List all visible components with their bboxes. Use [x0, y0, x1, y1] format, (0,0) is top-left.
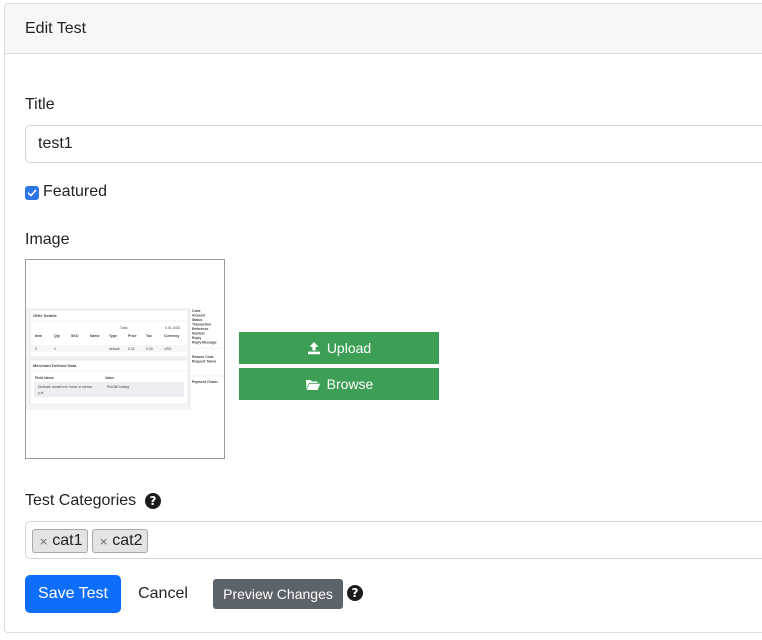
thumb-offer-details: Offer Details [33, 313, 58, 318]
thumb-cell-currency: USD [164, 347, 172, 351]
remove-tag-icon[interactable]: × [39, 535, 48, 548]
thumb-side-reason-code: Reason Code [192, 355, 214, 359]
thumb-total-label: Total [120, 326, 128, 330]
upload-button[interactable]: Upload [239, 332, 439, 364]
browse-label: Browse [326, 376, 374, 392]
category-tag-cat2: × cat2 [92, 529, 149, 553]
preview-changes-button[interactable]: Preview Changes [213, 579, 343, 609]
thumb-cell-qty: 1 [54, 347, 56, 351]
save-test-button[interactable]: Save Test [25, 575, 121, 613]
thumb-value: Value [105, 376, 114, 380]
thumb-side-number: Number [192, 332, 205, 336]
remove-tag-icon[interactable]: × [99, 535, 108, 548]
page-title: Edit Test [25, 20, 87, 37]
thumb-col-name: Name [90, 334, 100, 338]
thumb-side-payment-channel: Payment Chann [192, 380, 218, 384]
preview-help-icon[interactable]: ? [347, 585, 363, 601]
thumb-col-currency: Currency [164, 334, 179, 338]
image-preview: Offer Details Total 0.01 USD Item Qty SK… [25, 259, 225, 459]
check-icon [27, 189, 37, 197]
featured-label[interactable]: Featured [43, 183, 107, 201]
thumb-side-reply: Reply [192, 336, 201, 340]
thumb-side-reference: Reference [192, 327, 209, 331]
thumb-side-reply-message: Reply Message [192, 341, 217, 345]
thumb-side-amount: Amount [192, 314, 206, 318]
featured-checkbox[interactable] [25, 186, 39, 200]
title-label: Title [25, 96, 55, 113]
thumb-col-sku: SKU [71, 334, 79, 338]
thumb-side-status: Status [192, 318, 202, 322]
upload-icon [307, 342, 320, 355]
cancel-button[interactable]: Cancel [130, 575, 196, 613]
thumb-col-type: Type [109, 334, 117, 338]
folder-open-icon [305, 379, 320, 390]
thumb-field-name: Field Name [35, 376, 54, 380]
thumb-note-2: y of [38, 391, 43, 395]
card-header: Edit Test [5, 4, 762, 54]
thumb-total-value: 0.01 USD [165, 326, 181, 330]
image-thumbnail: Offer Details Total 0.01 USD Item Qty SK… [26, 308, 224, 410]
categories-help-icon[interactable]: ? [145, 493, 161, 509]
thumb-note: Dedicate donation in honor or memor [38, 385, 93, 389]
thumb-col-tax: Tax [146, 334, 152, 338]
upload-label: Upload [326, 340, 372, 356]
image-label: Image [25, 231, 70, 248]
thumb-cell-item: 0 [35, 347, 37, 351]
thumb-col-qty: Qty [54, 334, 60, 338]
thumb-side-transaction: Transaction [192, 323, 211, 327]
category-tag-cat1: × cat1 [32, 529, 89, 553]
thumb-cell-type: default [109, 347, 120, 351]
thumb-cell-tax: 0.00 [146, 347, 153, 351]
thumb-note-value: Pbn360 testing [107, 385, 129, 389]
thumb-col-price: Price [128, 334, 137, 338]
categories-input[interactable]: × cat1 × cat2 [25, 521, 762, 559]
thumb-merchant-heading: Merchant Defined Data [33, 363, 77, 368]
browse-button[interactable]: Browse [239, 368, 439, 400]
thumb-side-code: Code [192, 309, 201, 313]
category-tag-label: cat2 [112, 532, 143, 549]
thumb-col-item: Item [35, 334, 42, 338]
title-input[interactable] [25, 125, 762, 163]
thumb-cell-price: 0.01 [128, 347, 135, 351]
thumb-side-request-token: Request Token [192, 360, 216, 364]
categories-label: Test Categories [25, 492, 137, 509]
category-tag-label: cat1 [52, 532, 83, 549]
